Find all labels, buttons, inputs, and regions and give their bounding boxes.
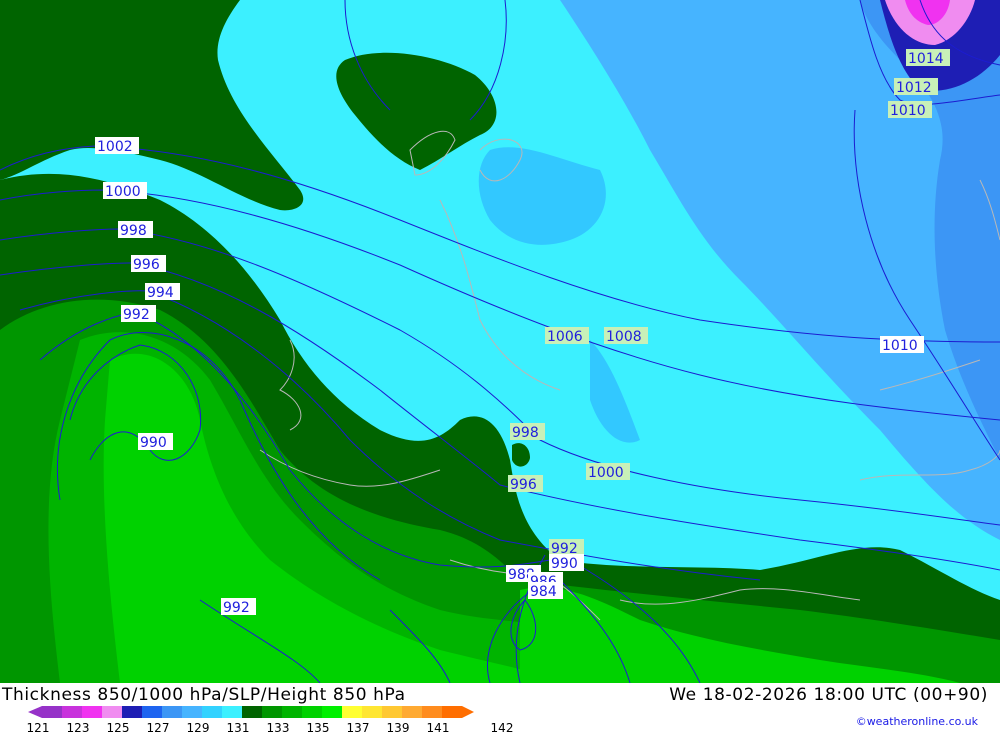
legend-swatch [82,706,102,718]
legend-tick-label: 142 [491,721,514,733]
legend-swatch [402,706,422,718]
legend-tick-label: 135 [307,721,330,733]
legend-swatch [202,706,222,718]
label-text: 998 [512,425,539,441]
legend-swatch [302,706,322,718]
isobar-label-984: 984 [528,582,563,600]
legend-swatch [342,706,362,718]
legend-tick-label: 133 [267,721,290,733]
legend-tick-label: 125 [107,721,130,733]
label-text: 1006 [547,329,583,345]
legend-swatch [282,706,302,718]
isobar-label-992: 992 [121,305,156,323]
legend-swatch [242,706,262,718]
isobar-label-1014: 1014 [906,49,950,67]
map-title: Thickness 850/1000 hPa/SLP/Height 850 hP… [2,685,406,705]
label-text: 990 [551,556,578,572]
label-text: 1010 [890,103,926,119]
legend-tick-label: 139 [387,721,410,733]
legend-swatch [122,706,142,718]
isobar-label-1010: 1010 [880,336,924,354]
label-text: 990 [140,435,167,451]
isobar-label-998: 998 [510,423,545,441]
legend-tick-label: 137 [347,721,370,733]
legend-swatch [382,706,402,718]
label-text: 1000 [105,184,141,200]
legend-swatch [362,706,382,718]
map-datetime: We 18-02-2026 18:00 UTC (00+90) [669,685,988,705]
label-text: 1014 [908,51,944,67]
credit-link[interactable]: ©weatheronline.co.uk [856,715,978,728]
color-legend: 121 123 125 127 129 131 133 135 137 139 141 142 [27,706,514,733]
legend-tick-label: 127 [147,721,170,733]
label-text: 1012 [896,80,932,96]
legend-tick-label: 141 [427,721,450,733]
weather-map: 1002 1000 998 996 994 992 990 992 1006 1… [0,0,1000,683]
label-text: 1000 [588,465,624,481]
isobar-label-992: 992 [221,598,256,616]
label-text: 1008 [606,329,642,345]
legend-swatch [222,706,242,718]
label-text: 992 [223,600,250,616]
legend-swatch [262,706,282,718]
legend-swatch [62,706,82,718]
label-text: 996 [510,477,537,493]
legend-tick-label: 121 [27,721,50,733]
legend-swatch [102,706,122,718]
isobar-label-1002: 1002 [95,137,139,155]
legend-swatch [182,706,202,718]
label-text: 994 [147,285,174,301]
label-text: 996 [133,257,160,273]
isobar-label-990: 990 [138,433,173,451]
label-text: 998 [120,223,147,239]
legend-arrow-right [462,706,474,718]
isobar-label-996: 996 [131,255,166,273]
isobar-label-998: 998 [118,221,153,239]
legend-swatch [142,706,162,718]
legend-swatch [442,706,462,718]
isobar-label-1010: 1010 [888,101,932,119]
isobar-label-1000: 1000 [103,182,147,200]
isobar-label-1012: 1012 [894,78,938,96]
legend-tick-label: 129 [187,721,210,733]
isobar-label-990: 990 [549,554,584,572]
legend-tick-label: 131 [227,721,250,733]
label-text: 1002 [97,139,133,155]
legend-arrow-left [28,706,42,718]
legend-swatch [322,706,342,718]
legend-tick-label: 123 [67,721,90,733]
isobar-label-996: 996 [508,475,543,493]
label-text: 1010 [882,338,918,354]
isobar-label-994: 994 [145,283,180,301]
isobar-label-1008: 1008 [604,327,648,345]
label-text: 992 [123,307,150,323]
isobar-label-1000: 1000 [586,463,630,481]
legend-swatch [42,706,62,718]
label-text: 984 [530,584,557,600]
legend-swatch [422,706,442,718]
legend-swatch [162,706,182,718]
isobar-label-1006: 1006 [545,327,589,345]
